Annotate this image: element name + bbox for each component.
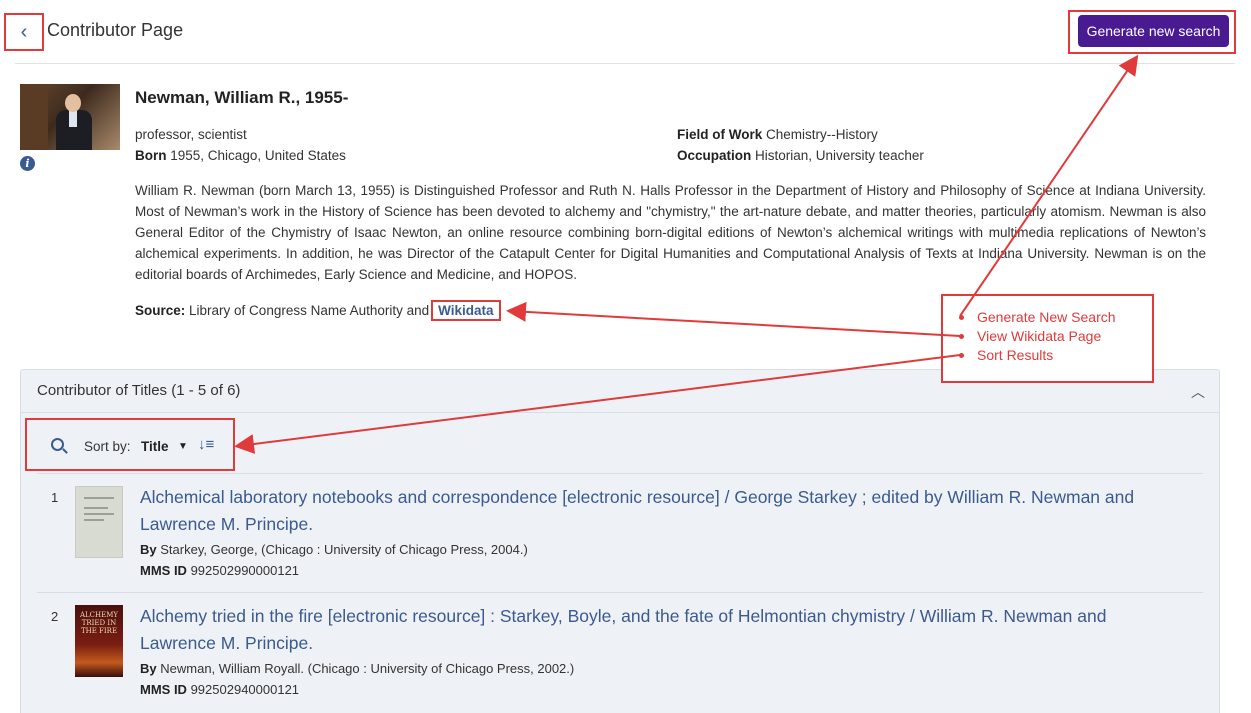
field-label: Field of Work [677,127,763,142]
sort-ascending-icon[interactable]: ↓≡ [198,436,214,453]
result-item: 1 Alchemical laboratory notebooks and co… [37,473,1203,592]
book-cover-text: ALCHEMY TRIED IN THE FIRE [79,611,119,635]
born-row: Born 1955, Chicago, United States [135,145,346,166]
page-title: Contributor Page [47,20,184,40]
callout-item: View Wikidata Page [957,327,1152,346]
field-row: Field of Work Chemistry--History [677,124,924,145]
sort-select[interactable]: Title [141,439,169,454]
contributor-meta-left: professor, scientist Born 1955, Chicago,… [135,124,346,166]
result-title-link[interactable]: Alchemical laboratory notebooks and corr… [140,484,1140,538]
search-icon[interactable] [51,438,64,451]
result-author-text: Starkey, George, (Chicago : University o… [160,542,528,557]
annotation-callout: Generate New Search View Wikidata Page S… [941,294,1154,383]
result-author: By Starkey, George, (Chicago : Universit… [140,542,528,557]
result-mms: MMS ID 992502990000121 [140,563,299,578]
result-mms: MMS ID 992502940000121 [140,682,299,697]
annotation-box-wikidata: Wikidata [431,300,501,321]
result-number: 1 [51,490,59,505]
wikidata-link[interactable]: Wikidata [438,303,493,318]
annotation-box-sort: Sort by: Title ▼ ↓≡ [25,418,235,471]
occupation-row: Occupation Historian, University teacher [677,145,924,166]
by-label: By [140,542,157,557]
source-label: Source: [135,303,186,318]
generate-new-search-button[interactable]: Generate new search [1078,15,1229,47]
result-author-text: Newman, William Royall. (Chicago : Unive… [160,661,575,676]
contributor-description: professor, scientist [135,127,247,142]
contributor-meta-right: Field of Work Chemistry--History Occupat… [677,124,924,166]
result-item: 2 ALCHEMY TRIED IN THE FIRE Alchemy trie… [37,592,1203,711]
result-mms-id: 992502990000121 [190,563,300,578]
born-value: 1955, Chicago, United States [170,148,346,163]
info-icon[interactable]: i [20,156,35,171]
caret-down-icon[interactable]: ▼ [178,441,188,452]
sort-label: Sort by: [84,439,131,454]
callout-item: Sort Results [957,346,1152,365]
source-line: Source: Library of Congress Name Authori… [135,300,501,321]
chevron-up-icon[interactable]: ︿ [1191,382,1205,402]
by-label: By [140,661,157,676]
header-divider [15,63,1235,64]
mms-label: MMS ID [140,682,187,697]
occupation-label: Occupation [677,148,752,163]
book-cover[interactable]: ALCHEMY TRIED IN THE FIRE [75,605,123,677]
contributor-bio: William R. Newman (born March 13, 1955) … [135,183,1206,282]
contributor-titles-panel: Contributor of Titles (1 - 5 of 6) ︿ Sor… [20,369,1220,713]
occupation-value: Historian, University teacher [755,148,924,163]
panel-title: Contributor of Titles (1 - 5 of 6) [37,382,241,399]
back-button[interactable]: ‹ [4,13,44,51]
field-value: Chemistry--History [766,127,878,142]
contributor-photo [20,84,120,150]
callout-item: Generate New Search [957,308,1152,327]
chevron-left-icon: ‹ [20,21,28,43]
arrow-to-wikidata [506,301,961,337]
result-number: 2 [51,609,59,624]
result-author: By Newman, William Royall. (Chicago : Un… [140,661,574,676]
result-title-link[interactable]: Alchemy tried in the fire [electronic re… [140,603,1140,657]
result-mms-id: 992502940000121 [190,682,300,697]
book-cover[interactable] [75,486,123,558]
contributor-name: Newman, William R., 1955- [135,88,349,107]
mms-label: MMS ID [140,563,187,578]
born-label: Born [135,148,167,163]
source-text: Library of Congress Name Authority and [189,303,430,318]
